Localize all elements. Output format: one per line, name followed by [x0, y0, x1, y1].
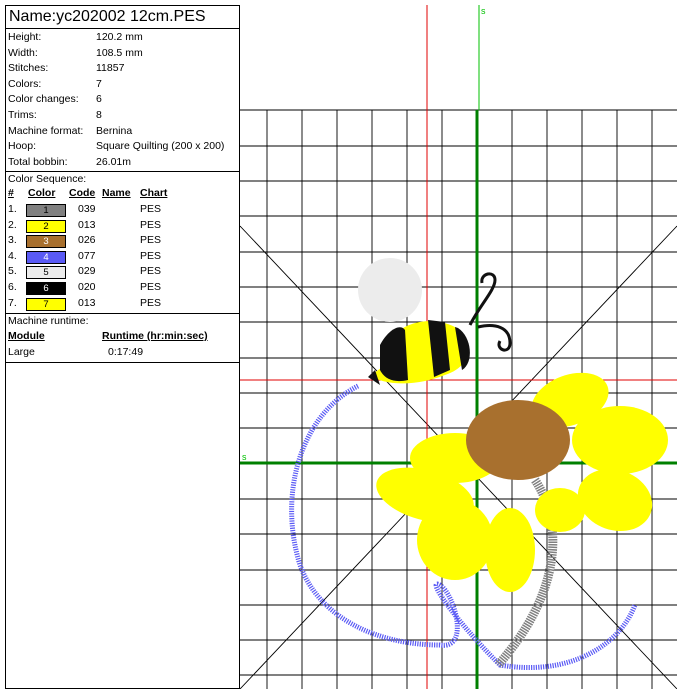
property-row: Trims: 8: [6, 108, 239, 124]
color-code: 013: [78, 218, 96, 231]
color-sequence-row: 3. 3 026 PES: [6, 233, 239, 249]
color-index: 2.: [8, 218, 17, 231]
color-index: 4.: [8, 249, 17, 262]
color-chart: PES: [140, 296, 162, 309]
col-header-name: Name: [102, 187, 131, 200]
color-swatch: 4: [26, 250, 66, 264]
col-header-runtime: Runtime (hr:min:sec): [102, 330, 208, 343]
color-sequence-row: 1. 1 039 PES: [6, 202, 239, 218]
color-code: 077: [78, 249, 96, 262]
color-sequence-row: 2. 2 013 PES: [6, 218, 239, 234]
property-row: Stitches: 11857: [6, 61, 239, 77]
property-label: Hoop:: [8, 140, 37, 153]
color-sequence-section: Color Sequence: # Color Code Name Chart …: [6, 172, 239, 315]
col-header-code: Code: [69, 187, 96, 200]
property-label: Machine format:: [8, 124, 84, 137]
col-header-color: Color: [28, 187, 56, 200]
property-value: 8: [96, 108, 102, 121]
color-code: 029: [78, 265, 96, 278]
color-index: 7.: [8, 296, 17, 309]
petal: [535, 488, 585, 532]
color-sequence-row: 6. 6 020 PES: [6, 280, 239, 296]
property-row: Height: 120.2 mm: [6, 30, 239, 46]
color-swatch: 2: [26, 219, 66, 233]
color-index: 3.: [8, 234, 17, 247]
property-label: Stitches:: [8, 62, 49, 75]
color-index: 6.: [8, 280, 17, 293]
property-label: Height:: [8, 31, 42, 43]
runtime-module: Large: [8, 346, 35, 359]
color-swatch: 1: [26, 203, 66, 217]
property-label: Total bobbin:: [8, 155, 68, 168]
color-code: 013: [78, 296, 96, 309]
property-value: 11857: [96, 62, 125, 75]
petal: [485, 508, 535, 592]
property-label: Colors:: [8, 77, 42, 90]
property-value: Bernina: [96, 124, 133, 137]
machine-runtime-section: Machine runtime: Module Runtime (hr:min:…: [6, 314, 239, 364]
machine-runtime-heading: Machine runtime:: [8, 315, 89, 328]
property-label: Trims:: [8, 108, 37, 121]
property-value: 120.2 mm: [96, 31, 143, 43]
color-swatch: 3: [26, 235, 66, 249]
design-name-title: Name:yc202002 12cm.PES: [6, 6, 239, 29]
color-chart: PES: [140, 265, 162, 278]
design-properties: Height: 120.2 mm Width: 108.5 mm Stitches: 11…: [6, 29, 239, 173]
property-label: Width:: [8, 46, 38, 59]
property-value: 7: [96, 77, 102, 90]
color-chart: PES: [140, 202, 162, 215]
color-chart: PES: [140, 280, 162, 293]
property-value: Square Quilting (200 x 200): [96, 140, 225, 153]
property-row: Machine format: Bernina: [6, 124, 239, 140]
property-row: Color changes: 6: [6, 92, 239, 108]
color-chart: PES: [140, 249, 162, 262]
petal: [417, 500, 493, 580]
bee-wing: [358, 258, 422, 322]
color-code: 020: [78, 280, 96, 293]
property-row: Hoop: Square Quilting (200 x 200): [6, 139, 239, 155]
color-swatch: 5: [26, 266, 66, 280]
property-row: Colors: 7: [6, 77, 239, 93]
col-header-chart: Chart: [140, 187, 168, 200]
col-header-index: #: [8, 187, 14, 200]
color-sequence-rows: 1. 1 039 PES 2. 2 013 PES 3. 3 026 PES 4. 4 077 PES 5. 5 0…: [6, 202, 239, 311]
color-chart: PES: [140, 218, 162, 231]
runtime-time: 0:17:49: [108, 346, 144, 359]
property-value: 6: [96, 93, 102, 106]
property-value: 26.01m: [96, 155, 132, 168]
runtime-row: Large 0:17:49: [6, 344, 239, 360]
design-info-panel: Name:yc202002 12cm.PES Height: 120.2 mm Wi…: [5, 5, 240, 689]
color-swatch: 7: [26, 297, 66, 311]
runtime-header-row: Module Runtime (hr:min:sec): [6, 328, 239, 344]
color-sequence-row: 7. 7 013 PES: [6, 296, 239, 312]
design-preview-canvas: s s: [240, 5, 677, 689]
color-sequence-heading: Color Sequence:: [8, 173, 87, 186]
color-index: 5.: [8, 265, 17, 278]
property-label: Color changes:: [8, 93, 79, 106]
property-value: 108.5 mm: [96, 46, 143, 59]
color-sequence-header-row: # Color Code Name Chart: [6, 186, 239, 202]
axis-marker-left: s: [242, 452, 247, 462]
color-code: 039: [78, 202, 96, 215]
color-code: 026: [78, 234, 96, 247]
property-row: Total bobbin: 26.01m: [6, 155, 239, 171]
col-header-module: Module: [8, 330, 45, 343]
color-swatch: 6: [26, 281, 66, 295]
property-row: Width: 108.5 mm: [6, 46, 239, 62]
flower-center: [466, 400, 570, 480]
color-chart: PES: [140, 234, 162, 247]
color-sequence-row: 5. 5 029 PES: [6, 264, 239, 280]
color-index: 1.: [8, 202, 17, 215]
axis-marker-top: s: [481, 6, 486, 16]
color-sequence-row: 4. 4 077 PES: [6, 249, 239, 265]
